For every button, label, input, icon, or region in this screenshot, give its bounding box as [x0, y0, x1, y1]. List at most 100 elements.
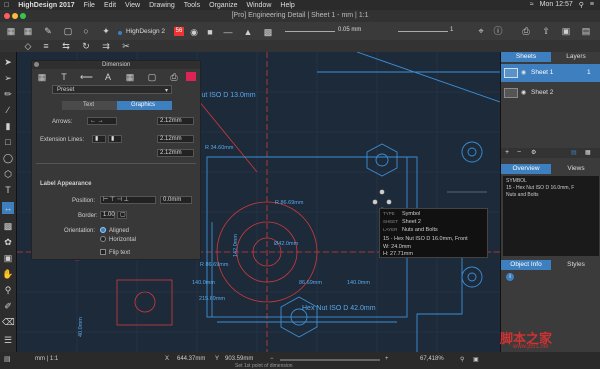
- circle-tool-icon[interactable]: ◯: [2, 152, 14, 164]
- mirror-icon[interactable]: ⇆: [60, 40, 72, 52]
- snap-icon[interactable]: ◇: [22, 40, 34, 52]
- layers-icon[interactable]: ☰: [2, 334, 14, 346]
- color-icon[interactable]: [186, 72, 196, 81]
- radio-horizontal[interactable]: [100, 236, 106, 242]
- rectangle-tool-icon[interactable]: □: [2, 136, 14, 148]
- list-icon[interactable]: ≡: [590, 1, 594, 9]
- menu-tools[interactable]: Tools: [184, 2, 200, 9]
- zoom-slider[interactable]: [280, 359, 380, 361]
- add-sheet-button[interactable]: +: [505, 149, 509, 156]
- layer-count-badge[interactable]: 56: [174, 27, 184, 36]
- pen-icon[interactable]: ✎: [42, 25, 54, 37]
- inspector-icon[interactable]: ⓘ: [492, 25, 504, 37]
- grid-icon[interactable]: ▦: [22, 25, 34, 37]
- symbol-icon[interactable]: ✦: [100, 25, 112, 37]
- rect-icon[interactable]: ▢: [62, 25, 74, 37]
- hatch-icon[interactable]: ▩: [262, 26, 274, 38]
- layout-icon[interactable]: ▦: [5, 25, 17, 37]
- minimize-window-button[interactable]: [12, 13, 18, 19]
- info-icon[interactable]: i: [506, 273, 514, 281]
- hatch-tool-icon[interactable]: ▩: [2, 220, 14, 232]
- polygon-tool-icon[interactable]: ⬡: [2, 168, 14, 180]
- gear-icon[interactable]: ⚙: [531, 149, 536, 156]
- extension-line-2-button[interactable]: ▮: [108, 135, 122, 143]
- node-icon[interactable]: ○: [80, 25, 92, 37]
- zoom-level[interactable]: 67,418%: [420, 356, 444, 362]
- select-arrow-icon[interactable]: ➤: [2, 56, 14, 68]
- align-icon[interactable]: ≡: [40, 40, 52, 52]
- eye-icon[interactable]: ◉: [188, 26, 200, 38]
- fill-icon[interactable]: ▲: [242, 26, 254, 38]
- tab-sheets[interactable]: Sheets: [501, 52, 551, 62]
- position-buttons[interactable]: ⊢ ⊤ ⊣ ⊥: [100, 196, 156, 204]
- search-icon[interactable]: ⚲: [579, 1, 584, 9]
- menu-edit[interactable]: Edit: [104, 2, 116, 9]
- wifi-icon[interactable]: ≈: [530, 1, 534, 9]
- dimension-tool-icon[interactable]: ↔: [2, 202, 14, 214]
- clock[interactable]: Mon 12:57: [540, 1, 573, 9]
- extension-line-1-button[interactable]: ▮: [92, 135, 106, 143]
- menu-view[interactable]: View: [125, 2, 140, 9]
- menu-window[interactable]: Window: [247, 2, 272, 9]
- symbol-tool-icon[interactable]: ✿: [2, 236, 14, 248]
- font-icon[interactable]: A: [102, 71, 114, 83]
- frame-icon[interactable]: ▢: [146, 71, 158, 83]
- tab-styles[interactable]: Styles: [551, 260, 600, 270]
- menu-app-name[interactable]: HighDesign 2017: [18, 2, 74, 9]
- extension-size-field-2[interactable]: 2.12mm: [157, 149, 194, 157]
- line-style-icon[interactable]: —: [222, 26, 234, 38]
- eye-icon[interactable]: ◉: [521, 69, 526, 76]
- export-icon[interactable]: ⇧: [540, 25, 552, 37]
- arrows-style-select[interactable]: ← →: [87, 117, 117, 125]
- overview-preview[interactable]: SYMBOL 15 - Hex Nut ISO D 16.0mm, F Nuts…: [503, 176, 599, 256]
- document-name[interactable]: HighDesign 2: [126, 28, 165, 35]
- menu-help[interactable]: Help: [280, 2, 294, 9]
- preset-select[interactable]: Preset ▾: [52, 85, 172, 94]
- layer-toggle-icon[interactable]: ▤: [4, 355, 11, 363]
- eraser-icon[interactable]: ⌫: [2, 316, 15, 328]
- line-weight-value[interactable]: 0.05 mm: [338, 27, 361, 33]
- position-offset-field[interactable]: 0.0mm: [160, 196, 192, 204]
- measure-icon[interactable]: ⌖: [475, 25, 487, 37]
- text-style-icon[interactable]: T: [58, 71, 70, 83]
- fit-icon[interactable]: ▣: [473, 356, 479, 363]
- tab-layers[interactable]: Layers: [551, 52, 600, 62]
- border-value-field[interactable]: 1.00: [100, 211, 115, 219]
- line-weight-slider[interactable]: [285, 31, 335, 32]
- flip-text-checkbox[interactable]: [100, 249, 106, 255]
- menu-file[interactable]: File: [84, 2, 95, 9]
- lock-icon[interactable]: ⚲: [460, 356, 464, 363]
- tab-views[interactable]: Views: [551, 164, 600, 174]
- scale-select[interactable]: mm | 1:1: [35, 356, 58, 362]
- hand-tool-icon[interactable]: ✋: [2, 268, 14, 280]
- image-tool-icon[interactable]: ▣: [2, 252, 14, 264]
- eye-icon[interactable]: ◉: [521, 89, 526, 96]
- zoom-out-icon[interactable]: −: [270, 356, 274, 362]
- list-view-icon[interactable]: ▤: [571, 149, 577, 156]
- menu-drawing[interactable]: Drawing: [149, 2, 175, 9]
- line-tool-icon[interactable]: ∕: [2, 104, 14, 116]
- wall-tool-icon[interactable]: ▮: [2, 120, 14, 132]
- menu-organize[interactable]: Organize: [209, 2, 237, 9]
- panel-icon[interactable]: ▤: [580, 25, 592, 37]
- sheet-row-1[interactable]: ◉ Sheet 1 1: [501, 64, 600, 82]
- tab-text[interactable]: Text: [62, 101, 117, 110]
- remove-sheet-button[interactable]: −: [517, 149, 521, 156]
- zoom-tool-icon[interactable]: ⚲: [2, 284, 14, 296]
- zoom-in-icon[interactable]: +: [385, 356, 389, 362]
- rotate-icon[interactable]: ↻: [80, 40, 92, 52]
- text-tool-icon[interactable]: T: [2, 184, 14, 196]
- zoom-window-button[interactable]: [20, 13, 26, 19]
- color-swatch-icon[interactable]: ■: [204, 26, 216, 38]
- opacity-slider[interactable]: [398, 31, 448, 32]
- print-icon[interactable]: ⎙: [520, 25, 532, 37]
- direct-select-icon[interactable]: ➢: [2, 72, 14, 84]
- eyedropper-icon[interactable]: ✐: [2, 300, 14, 312]
- radio-aligned[interactable]: [100, 227, 106, 233]
- close-window-button[interactable]: [4, 13, 10, 19]
- trim-icon[interactable]: ✂: [120, 40, 132, 52]
- panel-close-button[interactable]: [34, 62, 39, 67]
- tab-graphics[interactable]: Graphics: [117, 101, 172, 110]
- offset-icon[interactable]: ⇉: [100, 40, 112, 52]
- border-style-select[interactable]: ▢: [117, 211, 127, 219]
